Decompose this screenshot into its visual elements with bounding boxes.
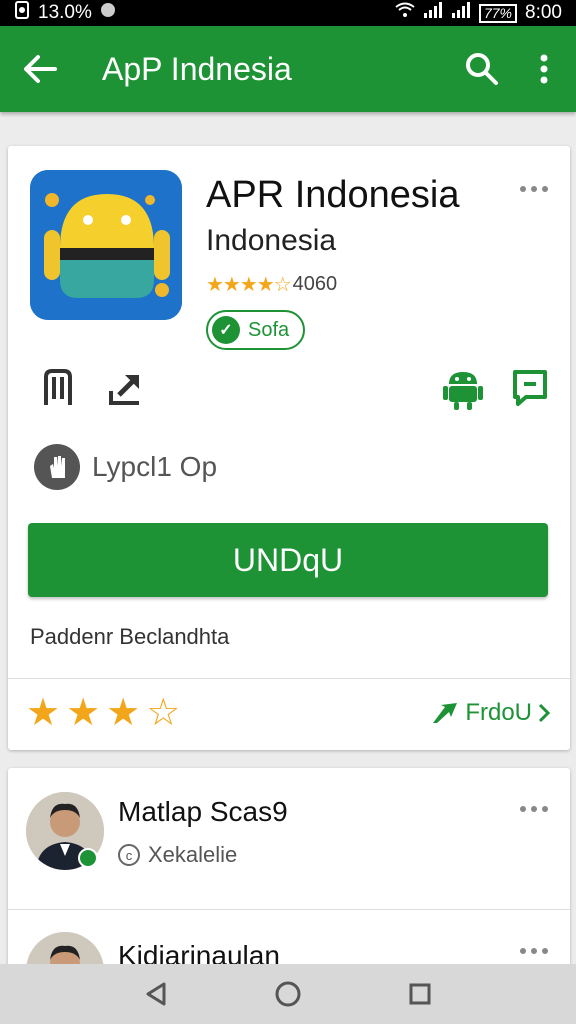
review-item[interactable]: Kidiarinaulan [8, 910, 570, 968]
wifi-icon [395, 2, 415, 24]
rating-count: 4060 [292, 273, 338, 295]
bookmark-button[interactable] [36, 364, 80, 412]
square-recents-icon [409, 983, 431, 1005]
verified-badge-icon [78, 848, 98, 868]
app-icon [30, 170, 182, 320]
star-1-icon[interactable]: ★ [26, 691, 60, 735]
android-button[interactable] [441, 364, 485, 412]
action-row [8, 364, 570, 420]
system-nav-bar [0, 964, 576, 1024]
star-4-icon[interactable]: ☆ [146, 691, 180, 735]
friends-link-label: FrdoU [465, 699, 532, 726]
reviewer-subtitle: c Xekalelie [118, 842, 237, 868]
more-vert-icon [540, 54, 548, 84]
comment-button[interactable] [508, 364, 552, 412]
reviewer-subtitle-text: Xekalelie [148, 842, 238, 867]
share-icon [109, 375, 139, 405]
circle-home-icon [275, 981, 301, 1007]
back-button[interactable] [0, 26, 80, 112]
battery-icon: 77% [478, 3, 518, 23]
signal-icon [423, 2, 443, 24]
rating-row: ★ ★ ★ ☆ FrdoU [8, 679, 570, 749]
settings-dot-icon [100, 2, 116, 24]
review-item[interactable]: Matlap Scas9 c Xekalelie [8, 768, 570, 910]
nav-back-button[interactable] [131, 969, 181, 1019]
install-label: Lypcl1 Op [92, 451, 218, 482]
status-left-text: 13.0% [38, 2, 92, 23]
star-2-icon[interactable]: ★ [66, 691, 100, 735]
overflow-menu-button[interactable] [512, 26, 576, 112]
badge-label: Sofa [248, 318, 290, 341]
reviewer-name: Matlap Scas9 [118, 796, 288, 827]
app-detail-card: APR Indonesia Indonesia ★★★★☆ 4060 ✓ Sof… [8, 146, 570, 750]
search-button[interactable] [452, 26, 512, 112]
reviews-card: Matlap Scas9 c Xekalelie Kidiarinaulan [8, 768, 570, 968]
status-clock: 8:00 [525, 2, 562, 23]
app-name: APR Indonesia [206, 174, 460, 216]
notification-icon [14, 1, 30, 25]
chevron-right-icon [538, 703, 550, 723]
share-button[interactable] [104, 364, 148, 412]
rating-stars: ★★★★☆ [206, 274, 292, 296]
triangle-back-icon [146, 982, 166, 1006]
app-developer[interactable]: Indonesia [206, 224, 336, 258]
hand-icon [34, 444, 80, 490]
install-info: Lypcl1 Op [34, 444, 217, 490]
copyright-icon: c [118, 844, 140, 866]
arrow-left-icon [24, 55, 57, 83]
search-icon [466, 53, 498, 85]
bookmark-icon [44, 369, 72, 405]
rate-stars[interactable]: ★ ★ ★ ☆ [26, 691, 180, 735]
star-3-icon[interactable]: ★ [106, 691, 140, 735]
nav-recents-button[interactable] [395, 969, 445, 1019]
comment-icon [513, 370, 547, 406]
nav-home-button[interactable] [263, 969, 313, 1019]
signal-icon-2 [451, 2, 471, 24]
review-more-icon[interactable] [520, 948, 548, 954]
review-more-icon[interactable] [520, 806, 548, 812]
send-icon [433, 703, 458, 723]
friends-link[interactable]: FrdoU [431, 699, 550, 727]
app-rating: ★★★★☆ 4060 [206, 272, 337, 297]
download-button[interactable]: UNDqU [28, 523, 548, 597]
app-bar-title: ApP Indnesia [102, 50, 292, 87]
app-bar: ApP Indnesia [0, 26, 576, 112]
check-icon: ✓ [212, 316, 240, 344]
card-more-icon[interactable] [520, 186, 548, 192]
category-badge[interactable]: ✓ Sofa [206, 310, 306, 350]
avatar [26, 932, 104, 968]
status-bar: 13.0% 77% 8:00 [0, 0, 576, 26]
app-description: Paddenr Beclandhta [30, 624, 230, 649]
android-icon [443, 372, 483, 410]
